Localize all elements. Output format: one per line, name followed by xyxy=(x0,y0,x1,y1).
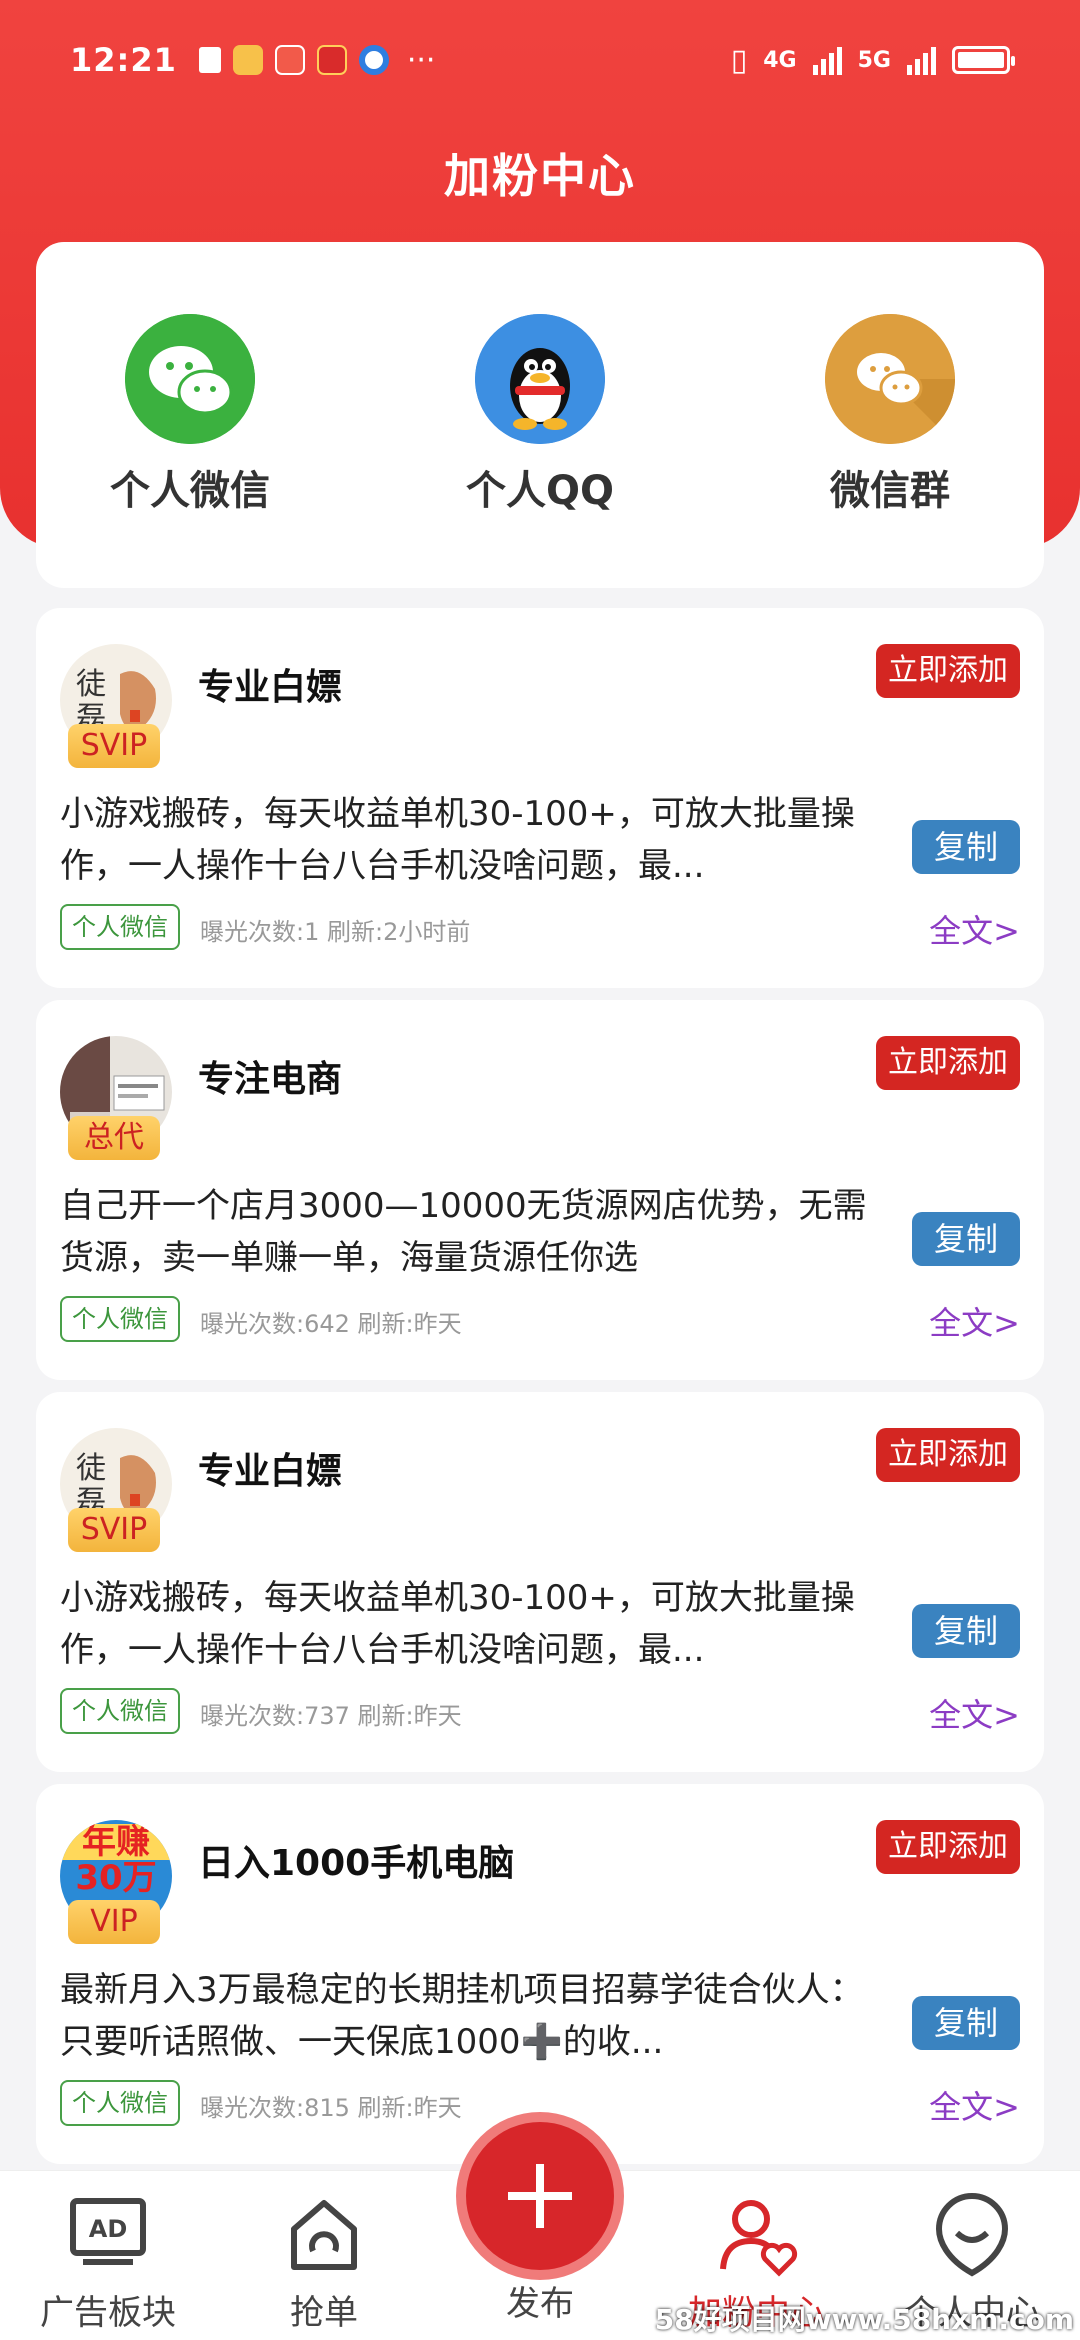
category-wechat[interactable]: 个人微信 xyxy=(80,314,300,516)
status-time: 12:21 xyxy=(70,41,177,79)
plus-icon xyxy=(508,2164,572,2228)
category-label: 个人微信 xyxy=(110,468,270,514)
more-notifications-icon: ··· xyxy=(406,42,436,78)
add-now-button[interactable]: 立即添加 xyxy=(876,644,1020,698)
notification-icons: ··· xyxy=(198,42,436,78)
post-title: 专业白嫖 xyxy=(198,1451,343,1492)
page-title: 加粉中心 xyxy=(444,149,636,203)
add-now-button[interactable]: 立即添加 xyxy=(876,1820,1020,1874)
tab-label: 抢单 xyxy=(290,2293,358,2333)
status-bar: 12:21 ··· ▯ 4G 5G xyxy=(0,0,1080,120)
fulltext-link[interactable]: 全文> xyxy=(929,1298,1020,1344)
mail-app-icon xyxy=(232,45,263,75)
type-tag: 个人微信 xyxy=(60,1296,180,1342)
copy-button[interactable]: 复制 xyxy=(912,820,1020,874)
tab-label: 发布 xyxy=(506,2284,574,2324)
wechat-icon xyxy=(125,314,255,444)
publish-button[interactable] xyxy=(466,2122,614,2270)
copy-button[interactable]: 复制 xyxy=(912,1996,1020,2050)
category-label: 微信群 xyxy=(830,468,950,514)
avatar-text: 30万 xyxy=(75,1858,157,1898)
post-meta: 曝光次数:642 刷新:昨天 xyxy=(200,1310,462,1338)
post-card[interactable]: 徒 磊 SVIP 专业白嫖 立即添加 小游戏搬砖，每天收益单机30-100+，可… xyxy=(36,1392,1044,1772)
book-app-icon xyxy=(198,47,221,73)
vip-badge: VIP xyxy=(68,1900,160,1944)
add-now-button[interactable]: 立即添加 xyxy=(876,1428,1020,1482)
fulltext-link[interactable]: 全文> xyxy=(929,906,1020,952)
post-title: 专注电商 xyxy=(198,1059,343,1100)
agent-badge: 总代 xyxy=(68,1116,160,1160)
add-now-button[interactable]: 立即添加 xyxy=(876,1036,1020,1090)
blue-app-icon xyxy=(358,45,389,75)
avatar-text: 年赚 xyxy=(60,1824,172,1860)
tab-label: 广告板块 xyxy=(40,2293,176,2333)
grab-order-icon xyxy=(279,2189,369,2279)
vip-badge: SVIP xyxy=(68,1508,160,1552)
copy-button[interactable]: 复制 xyxy=(912,1604,1020,1658)
post-card[interactable]: 年赚 30万 VIP 日入1000手机电脑 立即添加 最新月入3万最稳定的长期挂… xyxy=(36,1784,1044,2164)
post-description: 小游戏搬砖，每天收益单机30-100+，可放大批量操作，一人操作十台八台手机没啥… xyxy=(60,1578,855,1670)
add-fans-icon xyxy=(711,2189,801,2279)
watermark: 58好项目网www.58hxm.com xyxy=(654,2303,1074,2336)
post-meta: 曝光次数:1 刷新:2小时前 xyxy=(200,918,471,946)
type-tag: 个人微信 xyxy=(60,904,180,950)
vip-badge: SVIP xyxy=(68,724,160,768)
vibrate-icon: ▯ xyxy=(730,42,748,78)
signal-5g: 5G xyxy=(857,47,891,73)
category-card: 个人微信 个人QQ 微信群 xyxy=(36,242,1044,588)
wechat-group-icon xyxy=(825,314,955,444)
post-card[interactable]: 徒 磊 SVIP 专业白嫖 立即添加 小游戏搬砖，每天收益单机30-100+，可… xyxy=(36,608,1044,988)
type-tag: 个人微信 xyxy=(60,2080,180,2126)
post-meta: 曝光次数:815 刷新:昨天 xyxy=(200,2094,462,2122)
signal-bars-icon xyxy=(812,45,842,75)
category-wechat-group[interactable]: 微信群 xyxy=(780,314,1000,516)
post-title: 专业白嫖 xyxy=(198,667,343,708)
category-qq[interactable]: 个人QQ xyxy=(430,314,650,516)
post-meta: 曝光次数:737 刷新:昨天 xyxy=(200,1702,462,1730)
battery-icon xyxy=(952,46,1015,74)
tab-grab-order[interactable]: 抢单 xyxy=(216,2189,432,2334)
svg-text:徒: 徒 xyxy=(76,1451,106,1486)
red-app-icon xyxy=(274,45,305,75)
svg-text:AD: AD xyxy=(89,2215,128,2243)
post-description: 自己开一个店月3000—10000无货源网店优势，无需货源，卖一单赚一单，海量货… xyxy=(60,1186,867,1278)
system-indicators: ▯ 4G 5G xyxy=(730,42,1015,78)
profile-icon xyxy=(927,2189,1017,2279)
fulltext-link[interactable]: 全文> xyxy=(929,2082,1020,2128)
post-description: 小游戏搬砖，每天收益单机30-100+，可放大批量操作，一人操作十台八台手机没啥… xyxy=(60,794,855,886)
copy-button[interactable]: 复制 xyxy=(912,1212,1020,1266)
signal-4g: 4G xyxy=(763,47,797,73)
fulltext-link[interactable]: 全文> xyxy=(929,1690,1020,1736)
tab-ad-board[interactable]: AD 广告板块 xyxy=(0,2189,216,2334)
post-description: 最新月入3万最稳定的长期挂机项目招募学徒合伙人：只要听话照做、一天保底1000➕… xyxy=(60,1970,864,2062)
type-tag: 个人微信 xyxy=(60,1688,180,1734)
category-label: 个人QQ xyxy=(465,468,614,514)
signal-bars-icon-2 xyxy=(907,45,936,75)
qq-penguin-icon xyxy=(475,314,605,444)
bank-app-icon xyxy=(316,45,347,75)
post-card[interactable]: 总代 专注电商 立即添加 自己开一个店月3000—10000无货源网店优势，无需… xyxy=(36,1000,1044,1380)
svg-text:徒: 徒 xyxy=(76,667,106,702)
ad-icon: AD xyxy=(63,2189,153,2279)
post-title: 日入1000手机电脑 xyxy=(198,1843,515,1884)
